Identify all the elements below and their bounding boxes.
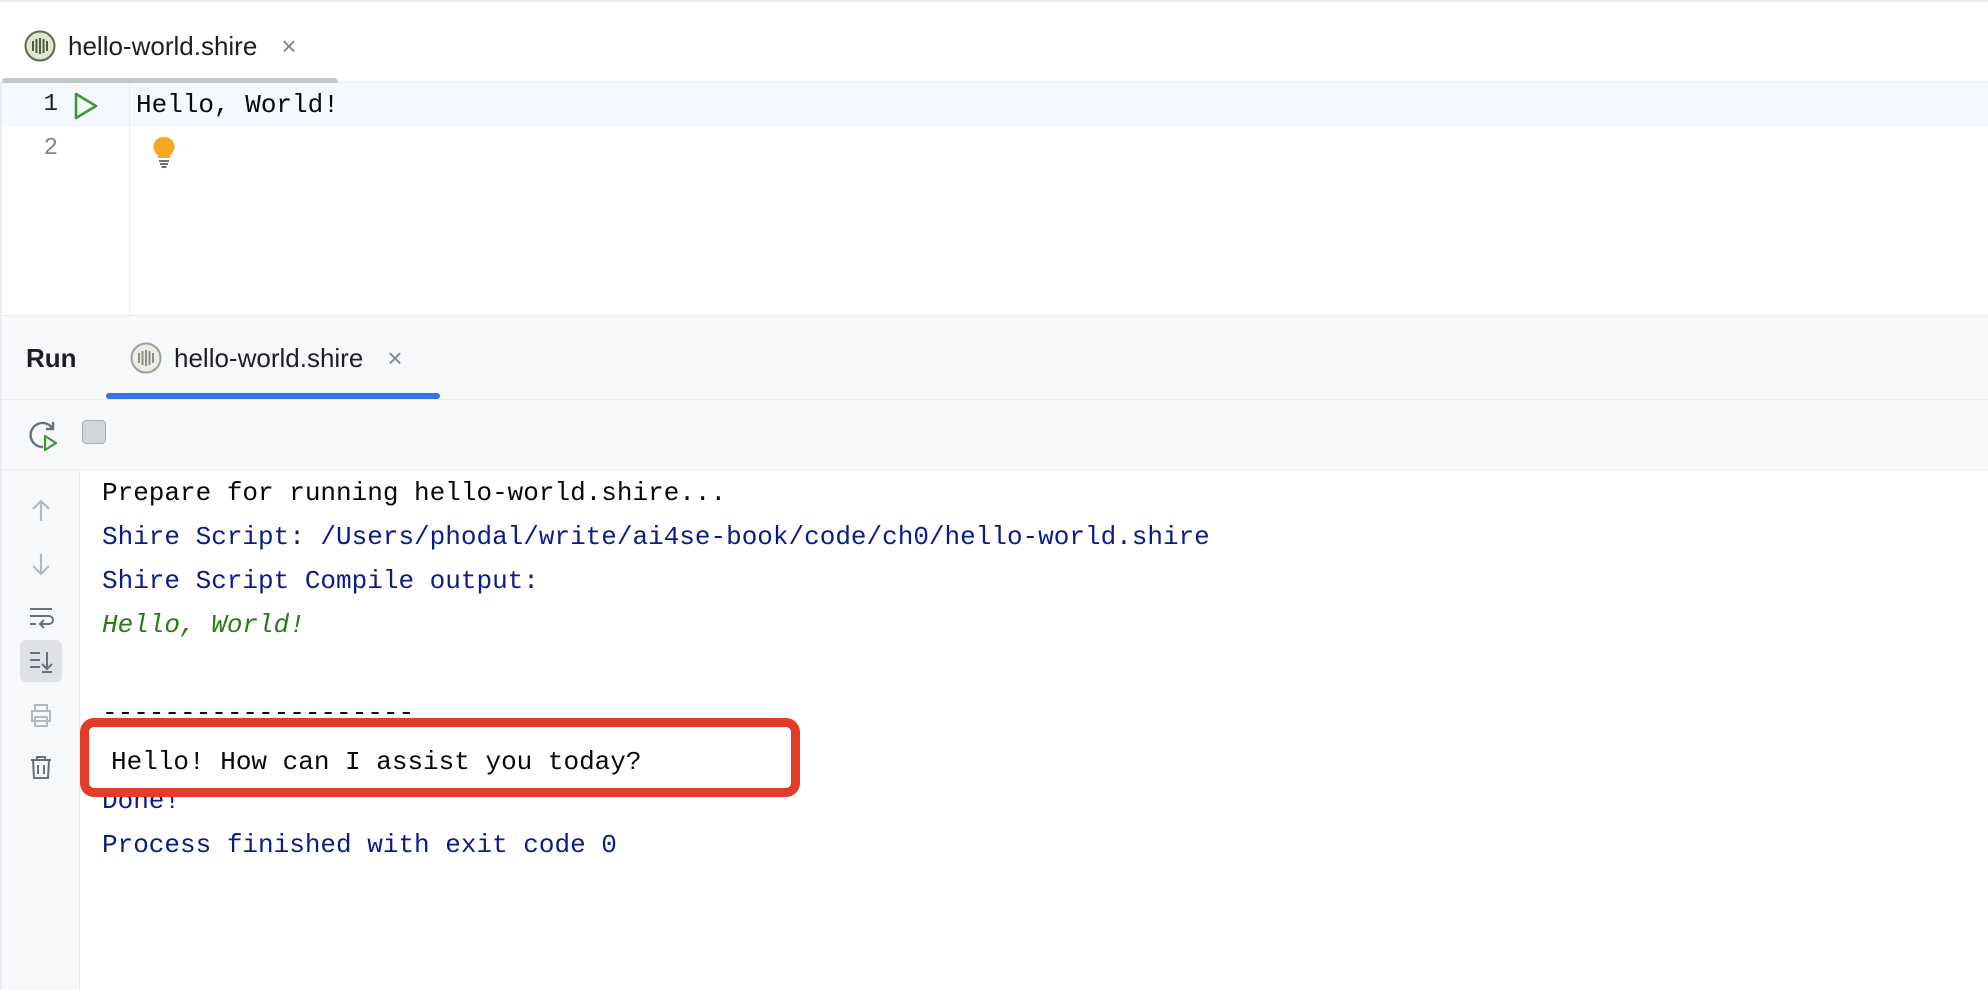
code-line[interactable]: Hello, World!: [136, 90, 339, 120]
stop-icon[interactable]: [82, 420, 106, 444]
run-toolbar: [0, 400, 1988, 470]
editor-tab-label: hello-world.shire: [68, 30, 258, 61]
editor-tab-hello-world[interactable]: hello-world.shire ×: [24, 26, 297, 66]
code-editor[interactable]: 1 2 Hello, World!: [0, 83, 1988, 316]
arrow-down-icon[interactable]: [20, 543, 62, 585]
run-tab-indicator: [106, 393, 440, 399]
close-icon[interactable]: ×: [281, 33, 296, 59]
console-line: Shire Script Compile output:: [102, 566, 539, 596]
console-line: Prepare for running hello-world.shire...: [102, 478, 727, 508]
run-tool-window-header: Run hello-world.shire ×: [0, 316, 1988, 400]
lightbulb-icon[interactable]: [150, 135, 178, 169]
rerun-icon[interactable]: [26, 418, 60, 452]
console-line: Hello! How can I assist you today?: [111, 747, 642, 777]
shire-file-icon: [130, 342, 162, 374]
scroll-to-end-icon[interactable]: [20, 640, 62, 682]
editor-tab-bar: hello-world.shire ×: [0, 0, 1988, 85]
console-line: Process finished with exit code 0: [102, 830, 617, 860]
line-number: 2: [43, 135, 58, 162]
line-number: 1: [43, 91, 58, 118]
console-side-toolbar: [0, 470, 80, 990]
run-window-title: Run: [26, 343, 77, 373]
soft-wrap-icon[interactable]: [20, 596, 62, 638]
print-icon[interactable]: [20, 694, 62, 736]
highlight-annotation: Hello! How can I assist you today?: [80, 718, 800, 797]
shire-file-icon: [24, 30, 56, 62]
console-line: Shire Script: /Users/phodal/write/ai4se-…: [102, 522, 1210, 552]
run-tab-hello-world[interactable]: hello-world.shire ×: [130, 338, 403, 378]
trash-icon[interactable]: [20, 746, 62, 788]
console-line: Hello, World!: [102, 610, 305, 640]
run-tab-label: hello-world.shire: [174, 342, 364, 373]
run-triangle-icon[interactable]: [70, 91, 100, 121]
arrow-up-icon[interactable]: [20, 490, 62, 532]
close-icon[interactable]: ×: [387, 345, 402, 371]
